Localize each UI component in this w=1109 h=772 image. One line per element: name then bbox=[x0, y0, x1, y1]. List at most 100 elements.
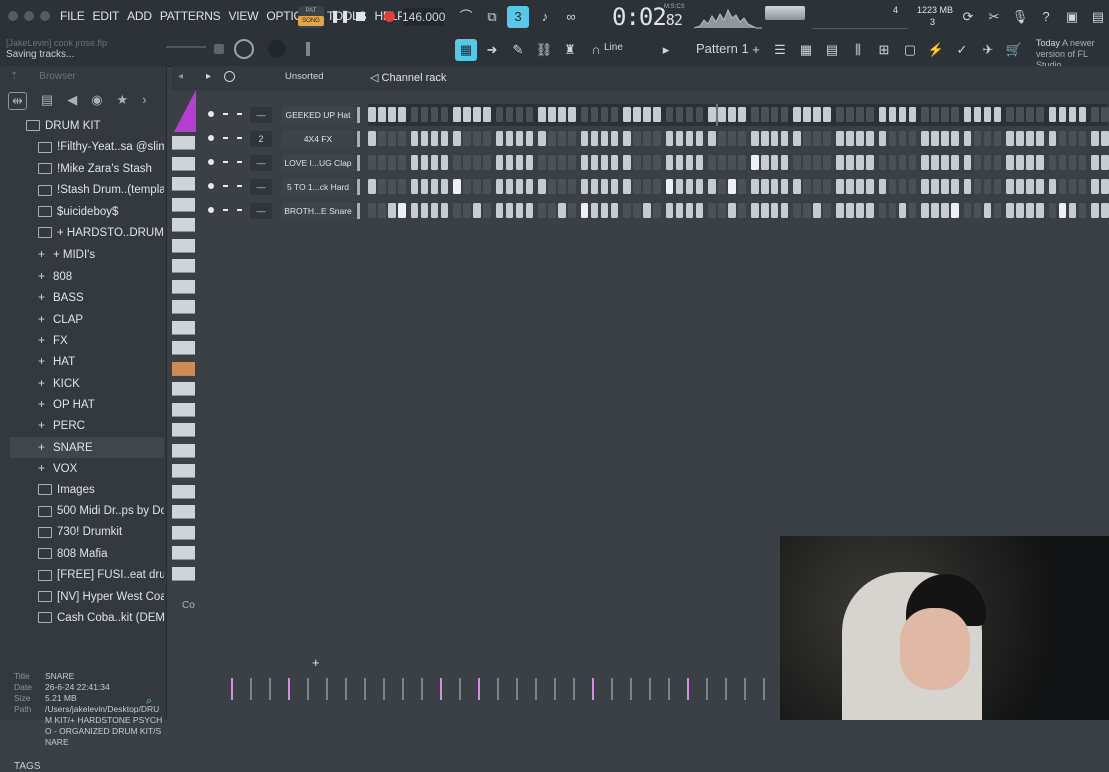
step-button[interactable] bbox=[865, 203, 874, 218]
step-button[interactable] bbox=[440, 155, 449, 170]
step-button[interactable] bbox=[515, 155, 524, 170]
step-button[interactable] bbox=[568, 203, 576, 218]
piano-key[interactable] bbox=[172, 464, 195, 478]
step-button[interactable] bbox=[420, 203, 429, 218]
piano-key[interactable] bbox=[172, 361, 195, 376]
step-button[interactable] bbox=[823, 203, 832, 218]
piano-key[interactable] bbox=[172, 218, 195, 232]
step-button[interactable] bbox=[483, 203, 491, 218]
step-button[interactable] bbox=[653, 203, 661, 218]
step-button[interactable] bbox=[803, 131, 812, 146]
step-button[interactable] bbox=[685, 131, 694, 146]
channel-vol-knob[interactable] bbox=[237, 161, 242, 163]
master-vol-knob[interactable] bbox=[268, 40, 286, 58]
step-button[interactable] bbox=[793, 179, 802, 194]
step-button[interactable] bbox=[430, 155, 439, 170]
step-button[interactable] bbox=[738, 131, 746, 146]
step-button[interactable] bbox=[993, 203, 1002, 218]
step-button[interactable] bbox=[538, 179, 546, 194]
step-button[interactable] bbox=[878, 155, 887, 170]
channel-name-button[interactable]: LOVE I...UG Clap bbox=[282, 154, 354, 172]
step-button[interactable] bbox=[653, 131, 661, 146]
step-button[interactable] bbox=[718, 179, 726, 194]
step-button[interactable] bbox=[685, 155, 694, 170]
playlist-icon[interactable]: ☰ bbox=[770, 41, 790, 59]
channel-mixer-track[interactable]: 2 bbox=[250, 131, 272, 147]
step-button[interactable] bbox=[397, 107, 406, 122]
step-button[interactable] bbox=[675, 179, 684, 194]
step-button[interactable] bbox=[823, 155, 832, 170]
step-button[interactable] bbox=[1036, 155, 1044, 170]
step-button[interactable] bbox=[1048, 179, 1057, 194]
step-button[interactable] bbox=[708, 179, 716, 194]
mixer-icon[interactable]: ⫼ bbox=[848, 41, 868, 59]
channel-name-button[interactable]: 5 TO 1...ck Hard bbox=[282, 178, 354, 196]
step-button[interactable] bbox=[430, 107, 439, 122]
step-button[interactable] bbox=[888, 107, 897, 122]
step-button[interactable] bbox=[695, 203, 704, 218]
step-button[interactable] bbox=[1068, 155, 1077, 170]
step-button[interactable] bbox=[453, 179, 461, 194]
step-button[interactable] bbox=[440, 131, 449, 146]
plugin-icon[interactable]: ⚡ bbox=[926, 41, 946, 59]
step-button[interactable] bbox=[718, 107, 726, 122]
rack-sort-select[interactable]: Unsorted bbox=[285, 71, 324, 82]
piano-roll-icon[interactable]: ▦ bbox=[455, 39, 477, 61]
step-button[interactable] bbox=[685, 203, 694, 218]
piano-key[interactable] bbox=[172, 546, 195, 560]
step-button[interactable] bbox=[983, 107, 992, 122]
zoom-window-button[interactable] bbox=[40, 11, 50, 21]
microphone-icon[interactable]: 🎙 bbox=[1010, 8, 1030, 26]
browser-item[interactable]: + BASS bbox=[10, 287, 164, 308]
step-button[interactable] bbox=[780, 203, 789, 218]
step-button[interactable] bbox=[623, 107, 631, 122]
step-button[interactable] bbox=[1006, 131, 1014, 146]
step-button[interactable] bbox=[548, 203, 556, 218]
step-button[interactable] bbox=[855, 203, 864, 218]
step-button[interactable] bbox=[973, 131, 982, 146]
step-button[interactable] bbox=[1026, 107, 1034, 122]
step-button[interactable] bbox=[368, 155, 376, 170]
step-button[interactable] bbox=[951, 131, 959, 146]
channel-vol-knob[interactable] bbox=[237, 113, 242, 115]
speaker-icon[interactable]: ◀ bbox=[67, 92, 77, 110]
step-button[interactable] bbox=[983, 131, 992, 146]
step-button[interactable] bbox=[633, 131, 641, 146]
play-pattern-icon[interactable]: ▸ bbox=[656, 41, 676, 59]
rack-options-icon[interactable] bbox=[224, 71, 235, 82]
step-button[interactable] bbox=[738, 155, 746, 170]
step-button[interactable] bbox=[813, 155, 822, 170]
step-button[interactable] bbox=[793, 203, 802, 218]
step-button[interactable] bbox=[397, 203, 406, 218]
step-button[interactable] bbox=[846, 155, 854, 170]
step-button[interactable] bbox=[951, 155, 959, 170]
step-button[interactable] bbox=[505, 203, 514, 218]
step-button[interactable] bbox=[738, 203, 746, 218]
piano-key[interactable] bbox=[172, 382, 195, 396]
step-button[interactable] bbox=[580, 179, 589, 194]
browser-item[interactable]: + HAT bbox=[10, 351, 164, 372]
step-button[interactable] bbox=[420, 179, 429, 194]
step-button[interactable] bbox=[1016, 179, 1024, 194]
step-button[interactable] bbox=[1058, 131, 1067, 146]
step-button[interactable] bbox=[515, 107, 524, 122]
step-button[interactable] bbox=[525, 179, 534, 194]
step-button[interactable] bbox=[793, 155, 802, 170]
step-button[interactable] bbox=[600, 203, 609, 218]
channel-mixer-track[interactable]: — bbox=[250, 179, 272, 195]
lock-icon[interactable] bbox=[214, 44, 224, 54]
step-button[interactable] bbox=[770, 131, 779, 146]
step-button[interactable] bbox=[908, 203, 917, 218]
step-button[interactable] bbox=[750, 131, 759, 146]
step-button[interactable] bbox=[377, 179, 386, 194]
menu-edit[interactable]: EDIT bbox=[93, 9, 120, 23]
step-button[interactable] bbox=[453, 131, 461, 146]
piano-key[interactable] bbox=[172, 156, 195, 171]
step-button[interactable] bbox=[505, 131, 514, 146]
step-button[interactable] bbox=[908, 155, 917, 170]
browser-item[interactable]: 808 Mafia bbox=[10, 544, 164, 565]
step-button[interactable] bbox=[1006, 155, 1014, 170]
step-button[interactable] bbox=[495, 179, 504, 194]
step-button[interactable] bbox=[377, 203, 386, 218]
step-button[interactable] bbox=[675, 131, 684, 146]
